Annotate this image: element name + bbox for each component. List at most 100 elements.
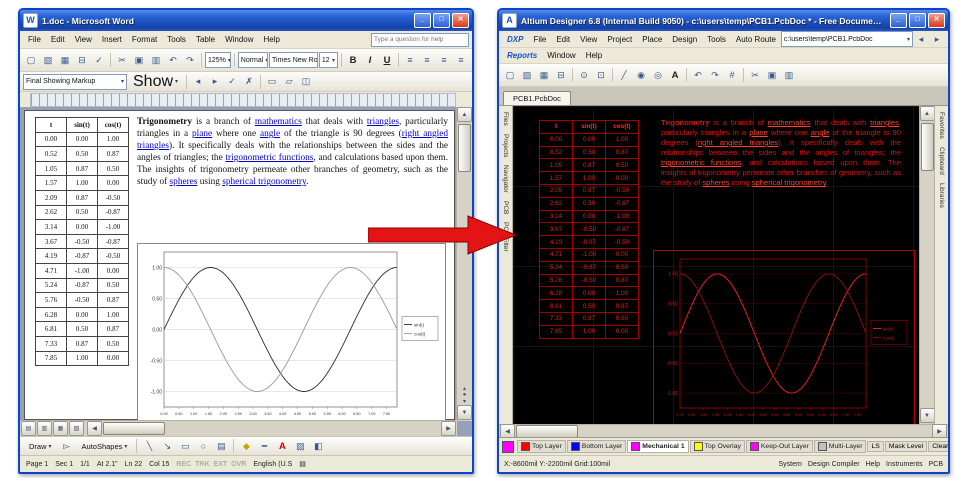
table-cell[interactable]: 1.05 xyxy=(36,161,67,176)
table-cell[interactable]: -0.50 xyxy=(606,236,639,249)
style-select[interactable]: Normal ▾ xyxy=(238,52,268,68)
table-cell[interactable]: -0.87 xyxy=(98,205,129,220)
horizontal-ruler[interactable] xyxy=(30,93,456,107)
table-cell[interactable]: 1.00 xyxy=(98,132,129,147)
table-cell[interactable]: 0.87 xyxy=(98,147,129,162)
menu-item[interactable]: File xyxy=(528,34,551,45)
table-cell[interactable]: 1.00 xyxy=(67,176,98,191)
align-center-icon[interactable]: ≡ xyxy=(419,52,435,69)
menu-item[interactable]: Project xyxy=(602,34,637,45)
editor-horizontal-scrollbar[interactable]: ◀ ▶ xyxy=(499,424,948,437)
table-cell[interactable]: -1.00 xyxy=(606,210,639,223)
table-cell[interactable]: 0.52 xyxy=(540,146,573,159)
menu-item[interactable]: DXP xyxy=(502,34,528,45)
vertical-scrollbar[interactable]: ▲ ▴ ● ▾ ▼ xyxy=(456,107,472,421)
open-icon[interactable]: ▧ xyxy=(40,52,56,69)
table-cell[interactable]: 3.67 xyxy=(36,234,67,249)
font-select[interactable]: Times New Roman ▾ xyxy=(269,52,318,68)
hyperlink[interactable]: plane xyxy=(749,128,768,137)
panel-button[interactable]: Design Compiler xyxy=(808,461,860,468)
table-cell[interactable]: 2.62 xyxy=(540,197,573,210)
layer-bar-button[interactable]: Mask Level xyxy=(885,441,927,452)
active-document-select[interactable]: c:\users\temp\PCB1.PcbDoc ▾ xyxy=(781,31,913,47)
previous-change-icon[interactable]: ◂ xyxy=(190,73,206,90)
menu-item[interactable]: Table xyxy=(191,34,220,45)
scrollbar-thumb[interactable] xyxy=(103,422,165,435)
table-cell[interactable]: 0.87 xyxy=(67,336,98,351)
scrollbar-thumb[interactable] xyxy=(921,123,934,171)
tab-pcb1-pcbdoc[interactable]: PCB1.PcbDoc xyxy=(503,91,571,105)
hyperlink[interactable]: trigonometric functions xyxy=(661,158,741,167)
current-layer-color-swatch[interactable] xyxy=(502,441,514,453)
print-layout-view-icon[interactable]: ▦ xyxy=(53,421,68,436)
table-cell[interactable]: -0.87 xyxy=(67,249,98,264)
panel-button[interactable]: System xyxy=(779,461,802,468)
place-string-icon[interactable]: A xyxy=(667,67,683,84)
scroll-right-icon[interactable]: ▶ xyxy=(441,421,456,436)
table-cell[interactable]: -0.87 xyxy=(606,223,639,236)
hyperlink[interactable]: mathematics xyxy=(768,118,811,127)
table-cell[interactable]: 0.87 xyxy=(67,161,98,176)
table-cell[interactable]: 0.87 xyxy=(98,293,129,308)
layer-tab[interactable]: Multi-Layer xyxy=(814,440,867,453)
arrow-tool-icon[interactable]: ↘ xyxy=(159,438,175,455)
table-cell[interactable]: -1.00 xyxy=(67,263,98,278)
accept-change-icon[interactable]: ✓ xyxy=(224,73,240,90)
table-cell[interactable]: -1.00 xyxy=(573,248,606,261)
pcb-editor-canvas[interactable]: tsin(t)cos(t)0.000.001.000.520.500.871.0… xyxy=(513,106,919,424)
table-cell[interactable]: 0.50 xyxy=(98,278,129,293)
table-cell[interactable]: 0.50 xyxy=(606,261,639,274)
table-cell[interactable]: 0.87 xyxy=(67,190,98,205)
table-cell[interactable]: 0.50 xyxy=(573,146,606,159)
document-page[interactable]: tsin(t)cos(t)0.000.001.000.520.500.871.0… xyxy=(24,110,455,420)
table-cell[interactable]: 0.87 xyxy=(606,274,639,287)
pcb-sin-cos-table[interactable]: tsin(t)cos(t)0.000.001.000.520.500.871.0… xyxy=(539,120,639,339)
hyperlink[interactable]: angle xyxy=(811,128,830,137)
table-cell[interactable]: -0.87 xyxy=(606,197,639,210)
layer-tab[interactable]: Top Layer xyxy=(517,440,566,453)
scroll-up-icon[interactable]: ▲ xyxy=(457,107,472,122)
panel-button[interactable]: Instruments xyxy=(886,461,923,468)
table-cell[interactable]: 0.00 xyxy=(67,220,98,235)
hyperlink[interactable]: triangles xyxy=(367,117,399,127)
table-cell[interactable]: 7.33 xyxy=(36,336,67,351)
table-cell[interactable]: 0.00 xyxy=(98,263,129,278)
menu-item[interactable]: Window xyxy=(542,50,580,61)
show-menu-button[interactable]: Show ▾ xyxy=(128,72,183,92)
status-flag[interactable]: REC xyxy=(176,461,191,468)
paste-icon[interactable]: ▥ xyxy=(148,52,164,69)
table-cell[interactable]: 1.00 xyxy=(606,133,639,146)
table-cell[interactable]: 3.14 xyxy=(36,220,67,235)
shadow-style-icon[interactable]: ▨ xyxy=(292,438,308,455)
spelling-icon[interactable]: ✓ xyxy=(91,52,107,69)
table-cell[interactable]: 7.85 xyxy=(540,325,573,338)
panel-tab[interactable]: Libraries xyxy=(938,183,945,208)
table-cell[interactable]: 0.87 xyxy=(606,300,639,313)
table-cell[interactable]: 0.50 xyxy=(606,312,639,325)
table-cell[interactable]: 7.33 xyxy=(540,312,573,325)
menu-item[interactable]: Auto Route xyxy=(731,34,781,45)
table-cell[interactable]: 1.00 xyxy=(98,307,129,322)
table-cell[interactable]: 0.00 xyxy=(606,325,639,338)
layer-tab[interactable]: Top Overlay xyxy=(690,440,745,453)
textbox-tool-icon[interactable]: ▤ xyxy=(213,438,229,455)
redo-icon[interactable]: ↷ xyxy=(707,67,723,84)
table-cell[interactable]: -0.50 xyxy=(98,190,129,205)
table-cell[interactable]: 6.28 xyxy=(36,307,67,322)
table-cell[interactable]: 0.50 xyxy=(67,147,98,162)
oval-tool-icon[interactable]: ○ xyxy=(195,438,211,455)
table-cell[interactable]: 0.50 xyxy=(98,161,129,176)
browse-prev-icon[interactable]: ▴ xyxy=(463,385,466,392)
justify-icon[interactable]: ≡ xyxy=(453,52,469,69)
table-cell[interactable]: 5.76 xyxy=(540,274,573,287)
table-cell[interactable]: 0.00 xyxy=(606,172,639,185)
browse-next-icon[interactable]: ▾ xyxy=(463,398,466,405)
zoom-icon[interactable]: ⊙ xyxy=(576,67,592,84)
table-cell[interactable]: 0.00 xyxy=(98,176,129,191)
sin-cos-data-table[interactable]: tsin(t)cos(t)0.000.001.000.520.500.871.0… xyxy=(35,117,129,366)
table-cell[interactable]: -0.87 xyxy=(573,236,606,249)
menu-item[interactable]: Tools xyxy=(162,34,191,45)
hyperlink[interactable]: right angled triangles xyxy=(698,138,778,147)
table-cell[interactable]: -0.87 xyxy=(67,278,98,293)
editor-vertical-scrollbar[interactable]: ▲ ▼ xyxy=(919,106,934,424)
